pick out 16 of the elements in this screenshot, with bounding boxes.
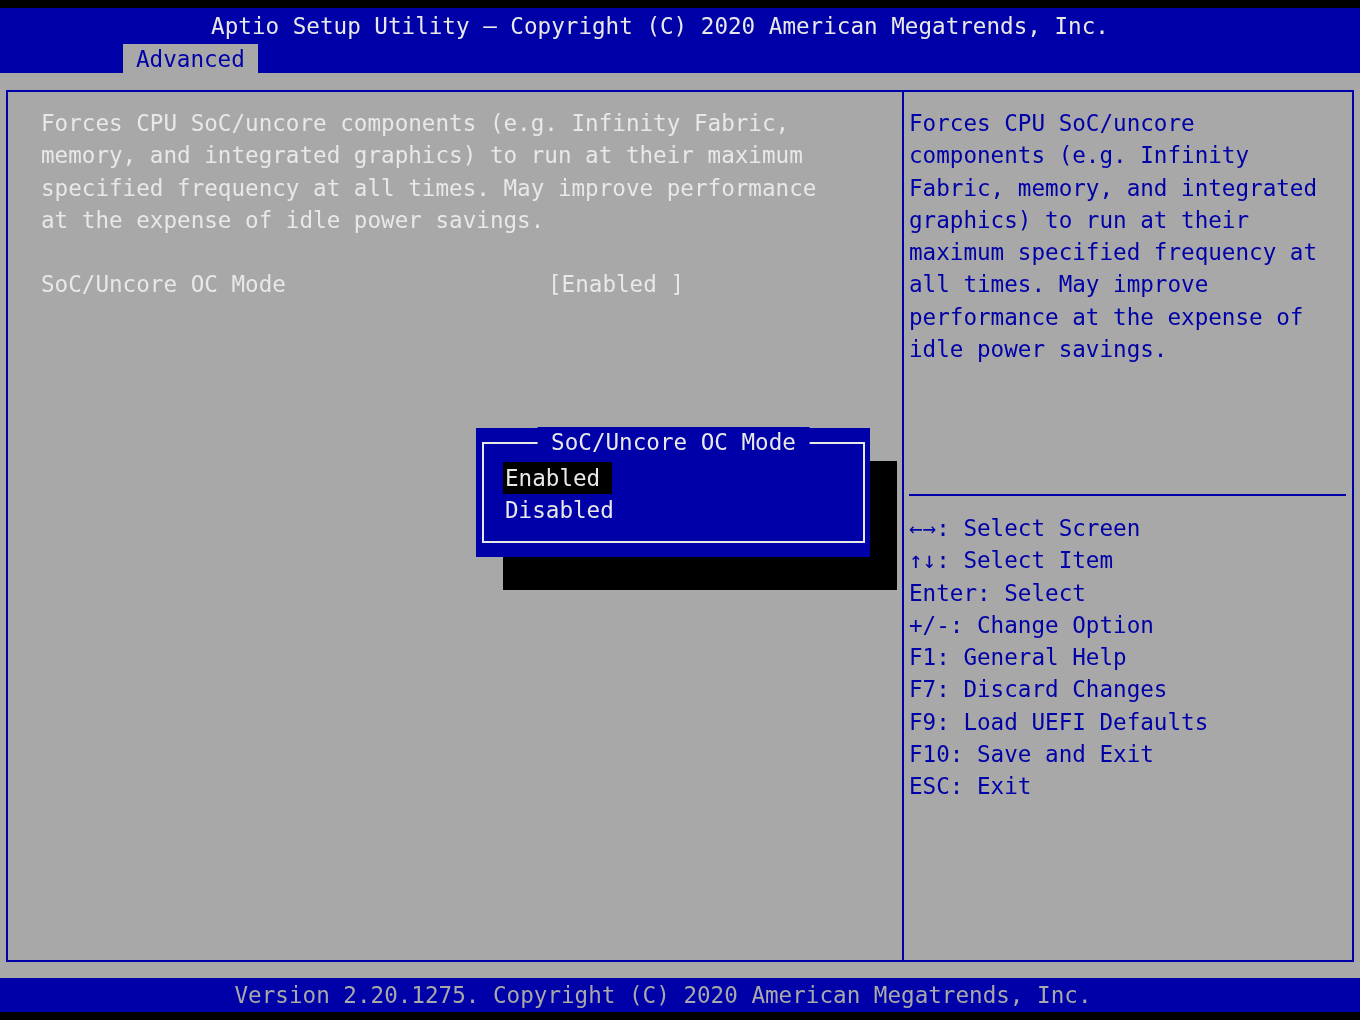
key-hint: F7: Discard Changes (909, 675, 1169, 705)
key-hint: ←→: Select Screen (909, 514, 1142, 543)
key-hint: Enter: Select (909, 578, 1087, 608)
key-hint: ↑↓: Select Item (909, 546, 1115, 576)
version-text: Version 2.20.1275. Copyright (C) 2020 American Megatrends, Inc. (234, 982, 1092, 1008)
option-item[interactable]: Disabled (503, 494, 626, 526)
tab[interactable]: Advanced (123, 44, 258, 75)
key-hint: ESC: Exit (909, 772, 1033, 802)
window-title: Aptio Setup Utility – Copyright (C) 2020 American Megatrends, Inc. (211, 12, 1109, 41)
help-text: Forces CPU SoC/uncore components (e.g. Infinity Fabric, memory, and integrated graphics) to run at their maximum specified frequency at all times. May improve performance at the expense of idle power savings. (909, 109, 1319, 365)
key-hint: +/-: Change Option (909, 610, 1155, 640)
key-hint: F10: Save and Exit (909, 740, 1155, 770)
option-item[interactable]: Enabled (503, 462, 613, 494)
key-hint: F9: Load UEFI Defaults (909, 707, 1210, 737)
key-hint: F1: General Help (909, 643, 1128, 673)
setting-description: Forces CPU SoC/uncore components (e.g. Infinity Fabric, memory, and integrated graphics) to run at their maximum specified frequency at all times. May improve performance at the expense of idle power savings. (41, 109, 818, 235)
